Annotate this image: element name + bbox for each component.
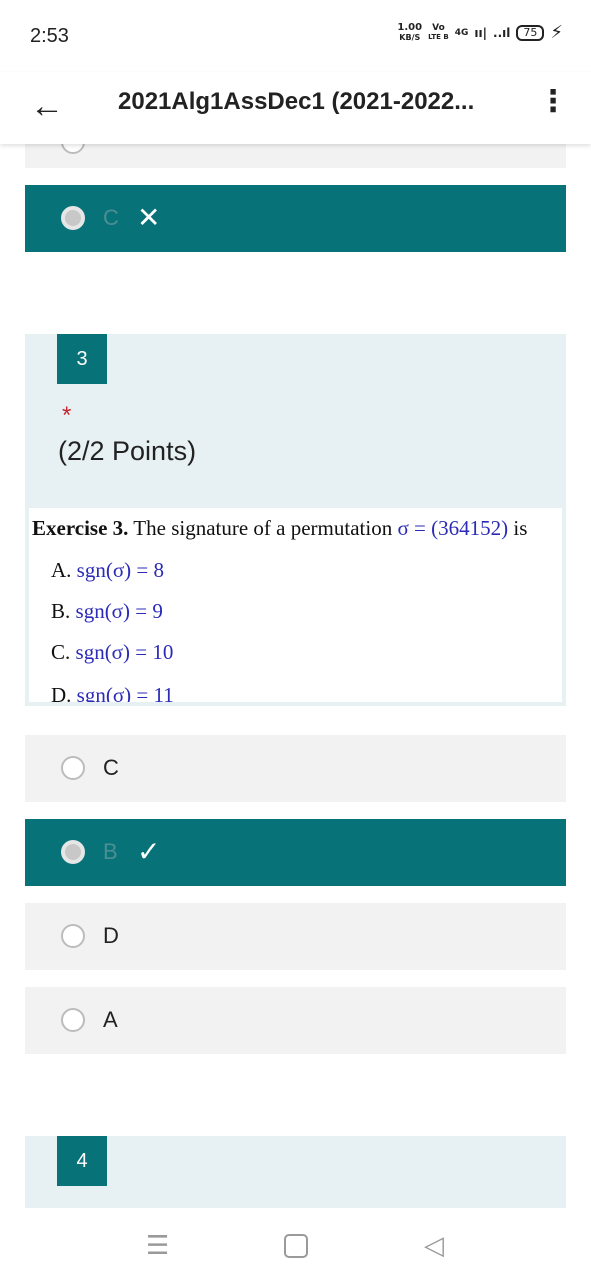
answer-option-partial[interactable]	[25, 130, 566, 168]
network-type: 4G	[454, 27, 469, 38]
choice-letter: C.	[51, 640, 71, 664]
speed-unit: KB/S	[399, 32, 421, 42]
status-icons: 1.00 KB/S Vo LTE B 4G ıı| ..ıl 75 ⚡	[397, 22, 563, 43]
choice-b: B. sgn(σ) = 9	[51, 599, 163, 624]
recents-icon[interactable]: ☰	[146, 1230, 169, 1261]
correct-check-icon: ✓	[137, 836, 161, 867]
signal-icon: ıı|	[474, 25, 488, 40]
exercise-image: Exercise 3. The signature of a permutati…	[29, 508, 562, 702]
volte-icon: Vo LTE B	[428, 22, 449, 42]
home-icon[interactable]	[284, 1234, 308, 1258]
signal-icon-secondary: ..ıl	[493, 25, 511, 40]
status-time: 2:53	[30, 25, 69, 47]
volte-top: Vo	[432, 22, 445, 33]
answer-option-d[interactable]: D	[25, 903, 566, 970]
answer-option-c[interactable]: C	[25, 735, 566, 802]
exercise-end: is	[513, 516, 528, 540]
choice-letter: B.	[51, 599, 71, 623]
charging-icon: ⚡	[550, 22, 563, 43]
back-arrow-icon[interactable]: ←	[30, 86, 64, 126]
choice-math: sgn(σ) = 9	[75, 599, 163, 623]
exercise-math: σ = (364152)	[397, 516, 509, 540]
question-number: 3	[57, 334, 107, 384]
choice-c: C. sgn(σ) = 10	[51, 640, 173, 665]
choice-math: sgn(σ) = 10	[75, 640, 174, 664]
choice-d: D. sgn(σ) = 11	[51, 683, 174, 702]
option-label: C	[103, 205, 119, 230]
radio-button-selected[interactable]	[61, 206, 85, 230]
option-label: D	[103, 923, 119, 948]
radio-button[interactable]	[61, 756, 85, 780]
exercise-label: Exercise 3.	[32, 516, 129, 540]
volte-bottom: LTE B	[428, 32, 449, 41]
back-triangle-icon[interactable]: ◁	[424, 1230, 444, 1261]
choice-letter: A.	[51, 558, 72, 582]
choice-letter: D.	[51, 683, 72, 702]
radio-button[interactable]	[61, 1008, 85, 1032]
radio-button-selected[interactable]	[61, 840, 85, 864]
exercise-statement: Exercise 3. The signature of a permutati…	[32, 516, 527, 541]
answer-option-b[interactable]: B ✓	[25, 819, 566, 886]
battery-icon: 75	[516, 24, 545, 41]
option-label: C	[103, 755, 119, 780]
more-options-icon[interactable]: ⋮	[538, 82, 568, 122]
previous-selected-option[interactable]: C ✕	[25, 185, 566, 252]
app-bar: ← 2021Alg1AssDec1 (2021-2022... ⋮	[0, 72, 591, 144]
page-title: 2021Alg1AssDec1 (2021-2022...	[118, 88, 475, 115]
network-speed: 1.00 KB/S	[397, 21, 423, 43]
choice-a: A. sgn(σ) = 8	[51, 558, 164, 583]
speed-value: 1.00	[397, 21, 423, 33]
required-indicator: *	[62, 402, 72, 429]
answer-option-a[interactable]: A	[25, 987, 566, 1054]
exercise-text: The signature of a permutation	[133, 516, 393, 540]
choice-math: sgn(σ) = 8	[76, 558, 164, 582]
option-label: A	[103, 1007, 118, 1032]
system-nav-bar: ☰ ◁	[0, 1208, 591, 1280]
status-bar: 2:53 1.00 KB/S Vo LTE B 4G ıı| ..ıl 75 ⚡	[0, 0, 591, 72]
question-points: (2/2 Points)	[58, 436, 197, 466]
question-number: 4	[57, 1136, 107, 1186]
incorrect-icon: ✕	[137, 202, 161, 233]
choice-math: sgn(σ) = 11	[76, 683, 174, 702]
radio-button[interactable]	[61, 924, 85, 948]
option-label: B	[103, 839, 118, 864]
